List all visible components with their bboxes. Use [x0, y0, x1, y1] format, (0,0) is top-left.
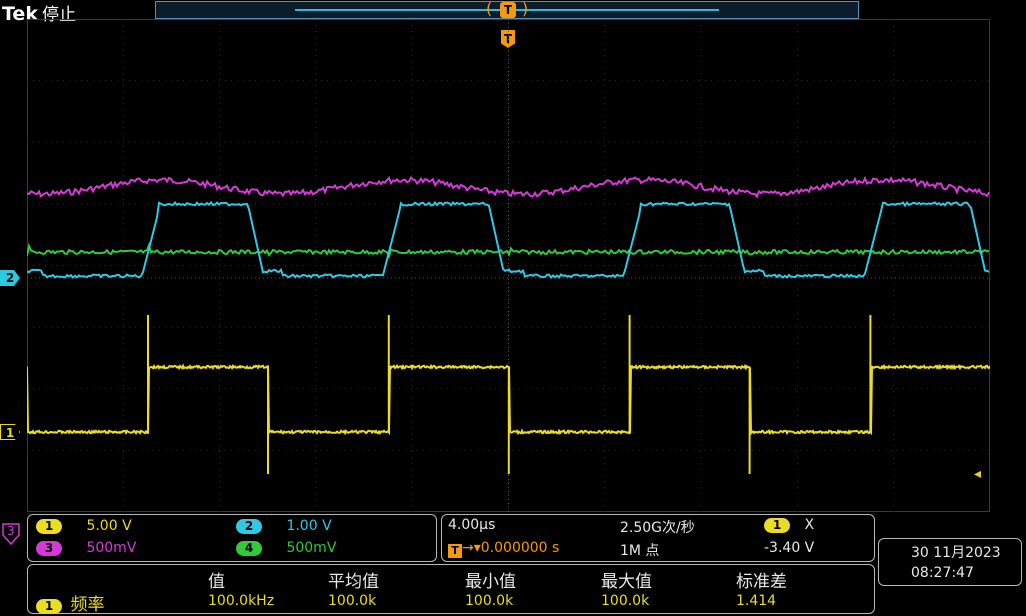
- trigger-level: -3.40 V: [764, 540, 815, 556]
- trigger-delay[interactable]: T →▾0.000000 s: [448, 540, 559, 558]
- ch4-waveform: [27, 241, 990, 260]
- ch4-badge: 4: [236, 541, 262, 556]
- bracket-left-icon: (: [486, 0, 493, 18]
- meas-row-label[interactable]: 1 频率: [36, 590, 104, 615]
- ch4-scale[interactable]: 4 500mV: [236, 540, 336, 556]
- measurement-panel[interactable]: 值 平均值 最小值 最大值 标准差 1 频率 100.0kHz 100.0k 1…: [27, 564, 875, 615]
- trigger-delay-value: 0.000000 s: [480, 540, 560, 556]
- waveform-display[interactable]: [27, 19, 990, 512]
- meas-name: 频率: [70, 595, 105, 615]
- ch2-scale-value: 1.00 V: [286, 518, 332, 534]
- channel-scale-panel[interactable]: 1 5.00 V 2 1.00 V 3 500mV 4 500mV: [27, 514, 437, 562]
- meas-header-stddev: 标准差: [736, 572, 787, 592]
- meas-max: 100.0k: [601, 593, 650, 609]
- ch3-marker-label: 3: [7, 524, 15, 538]
- meas-channel-badge: 1: [36, 599, 62, 614]
- ch3-scale-value: 500mV: [86, 540, 137, 556]
- ch1-scale[interactable]: 1 5.00 V: [36, 518, 132, 534]
- ch3-scale[interactable]: 3 500mV: [36, 540, 136, 556]
- meas-min: 100.0k: [465, 593, 514, 609]
- ch2-badge: 2: [236, 519, 262, 534]
- ch2-ground-marker[interactable]: 2: [0, 270, 20, 286]
- meas-value: 100.0kHz: [208, 593, 275, 609]
- timebase-panel[interactable]: 4.00µs 2.50G次/秒 1 X T →▾0.000000 s 1M 点 -…: [441, 514, 875, 562]
- delay-arrow-icon: →▾: [462, 540, 481, 556]
- horizontal-scale: 4.00µs: [448, 517, 496, 533]
- trigger-coupling: X: [804, 517, 815, 533]
- meas-header-value: 值: [208, 572, 225, 592]
- meas-header-min: 最小值: [465, 572, 516, 592]
- ch3-badge: 3: [36, 541, 62, 556]
- trigger-position-icon[interactable]: T: [500, 2, 516, 18]
- trigger-delay-icon: T: [448, 544, 462, 558]
- meas-header-mean: 平均值: [328, 572, 379, 592]
- ch1-badge: 1: [36, 519, 62, 534]
- ch1-ground-marker[interactable]: 1: [0, 424, 20, 440]
- datetime-panel: 30 11月2023 08:27:47: [878, 538, 1022, 586]
- ch3-offscreen-marker[interactable]: 3: [2, 523, 20, 546]
- meas-mean: 100.0k: [328, 593, 377, 609]
- sample-rate: 2.50G次/秒: [620, 520, 695, 536]
- date-display: 30 11月2023: [911, 545, 1001, 561]
- trigger-level-arrow-icon[interactable]: ◂: [974, 466, 981, 482]
- ch1-scale-value: 5.00 V: [86, 518, 132, 534]
- ch4-scale-value: 500mV: [286, 540, 337, 556]
- meas-header-max: 最大值: [601, 572, 652, 592]
- meas-stddev: 1.414: [736, 593, 777, 609]
- trigger-source-badge: 1: [764, 518, 790, 533]
- bracket-right-icon: ): [522, 0, 529, 18]
- record-length: 1M 点: [620, 543, 660, 559]
- trigger-source[interactable]: 1 X: [764, 517, 814, 533]
- time-display: 08:27:47: [911, 565, 974, 581]
- ch2-scale[interactable]: 2 1.00 V: [236, 518, 332, 534]
